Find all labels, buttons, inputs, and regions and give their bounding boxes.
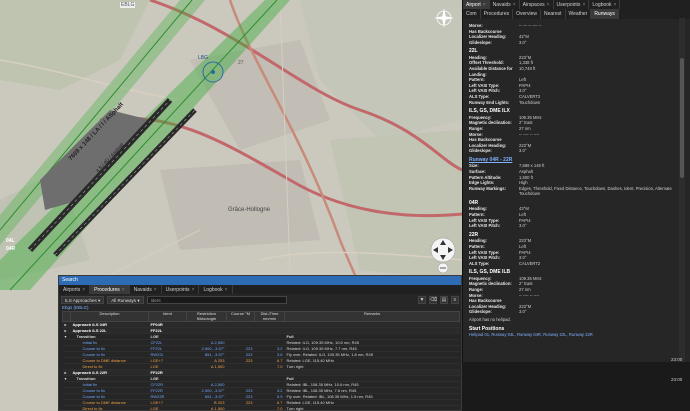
property-row: Runway Markings: Edges, Threshold, Fixed … (469, 186, 672, 197)
property-value: 3.0° (519, 309, 527, 315)
property-row: Available Distance for Landing: 10,748 ft (469, 66, 672, 77)
clock-readout: 23:00 (671, 377, 683, 382)
map-label: 04R (6, 246, 16, 252)
runway-dropdown[interactable]: All Runways ▾ (107, 295, 144, 304)
clock-readout: 23:00 (671, 357, 683, 362)
column-header[interactable]: Restriction ft/kts/angle (186, 311, 227, 322)
procedure-type-dropdown[interactable]: ILS Approaches ▾ (61, 295, 105, 304)
property-label: Glideslope: (469, 309, 492, 315)
cell-rem: Turn right (284, 405, 460, 411)
property-value: 3.0° (519, 223, 527, 229)
property-value: Touchdown (519, 99, 541, 105)
search-tabs: Airports × Procedures × Navaids × Userpoint… (59, 285, 461, 294)
property-row: Runway End Lights: Touchdown (469, 100, 672, 106)
cell-dist: 7.0 (254, 405, 285, 411)
heliport-note: Airport has no helipad. (469, 316, 511, 322)
search-tab-airports[interactable]: Airports × (59, 285, 91, 294)
search-tab-userpoints[interactable]: Userpoints × (162, 285, 200, 294)
map-label: LBG (198, 55, 209, 61)
information-panel: Airport × Navaids × Airspaces × Userpoints ×… (462, 0, 690, 411)
property-label: Runway End Lights: (469, 99, 510, 105)
row-indent (62, 405, 71, 411)
property-label: Runway Markings: (469, 185, 506, 191)
info-scrollbar[interactable] (679, 18, 685, 362)
cell-course (226, 405, 255, 411)
table-row[interactable]: Direct to fix LGE A 1,500 7.0 Turn right (62, 405, 460, 411)
property-row: Left VASI Pitch: 3.0° (469, 223, 672, 229)
search-window: Search Airports × Procedures × Navaids × Us… (58, 275, 462, 411)
property-label: ALS Type: (469, 260, 490, 266)
map-label: EBLG (120, 2, 136, 8)
property-value: 3.0° (519, 148, 527, 154)
map-label: 04L (6, 238, 15, 244)
column-header[interactable]: Dist./Time nm/min (254, 311, 285, 322)
filter-icon[interactable]: ▼ (418, 295, 426, 304)
property-row: Glideslope: 3.0° (469, 148, 672, 154)
column-header[interactable]: Description (70, 311, 149, 322)
column-header[interactable]: Ident (148, 311, 187, 322)
column-header[interactable]: Course °M (226, 311, 255, 322)
map-pan-control[interactable] (430, 237, 456, 263)
place-label: Grâce-Hollogne (228, 207, 271, 213)
property-label: Glideslope: (469, 148, 492, 154)
cell-desc: Direct to fix (70, 405, 149, 411)
property-row: Glideslope: 3.0° (469, 40, 672, 46)
property-value: CALVERT2 (519, 260, 541, 266)
property-value: -- ---- -- ---- (519, 292, 540, 298)
clear-icon[interactable]: ⌫ (429, 295, 437, 304)
column-header[interactable]: Remarks (284, 311, 460, 322)
search-tab-procedures[interactable]: Procedures × (90, 285, 130, 294)
start-positions-list[interactable]: Helipad 01, Runway 04L, Runway 04R, Runw… (469, 332, 672, 338)
search-title-bar[interactable]: Search (59, 276, 461, 285)
property-label: Available Distance for Landing: (469, 66, 513, 77)
zoom-control[interactable] (437, 262, 449, 274)
search-tab-navaids[interactable]: Navaids × (130, 285, 162, 294)
procedure-table: Description Ident Restriction ft/kts/ang… (62, 311, 460, 411)
property-value: 10,748 ft (519, 66, 536, 72)
map-label: 27 (238, 60, 244, 66)
cell-ident: LGE (148, 405, 187, 411)
table-header: Description Ident Restriction ft/kts/ang… (62, 311, 460, 322)
property-value: Edges, Threshold, Fixed Distance, Touchd… (519, 185, 672, 197)
side-bottom-area (462, 362, 690, 411)
column-header[interactable] (62, 311, 71, 322)
search-tab-logbook[interactable]: Logbook × (199, 285, 233, 294)
property-value: -- --- -- ---- -- (519, 23, 542, 28)
runway-details: Morse: -- --- -- ---- -- Has Backcourse Loc… (463, 18, 678, 362)
property-value: -- ---- -- ---- (519, 131, 540, 137)
property-label: Left VASI Pitch: (469, 223, 501, 229)
property-value: 3.0° (519, 39, 527, 45)
menu-icon[interactable]: ≡ (451, 295, 459, 304)
property-label: Glideslope: (469, 39, 492, 45)
scrollbar-thumb[interactable] (680, 58, 684, 178)
ident-search-input[interactable]: Ident (146, 295, 287, 304)
property-row: Glideslope: 3.0° (469, 309, 672, 315)
cell-restr: A 1,500 (186, 405, 227, 411)
property-row: ALS Type: CALVERT2 (469, 261, 672, 267)
search-filter-bar: ILS Approaches ▾ All Runways ▾ Ident ▼ ⌫… (59, 294, 461, 305)
expand-icon[interactable]: ▤ (440, 295, 448, 304)
